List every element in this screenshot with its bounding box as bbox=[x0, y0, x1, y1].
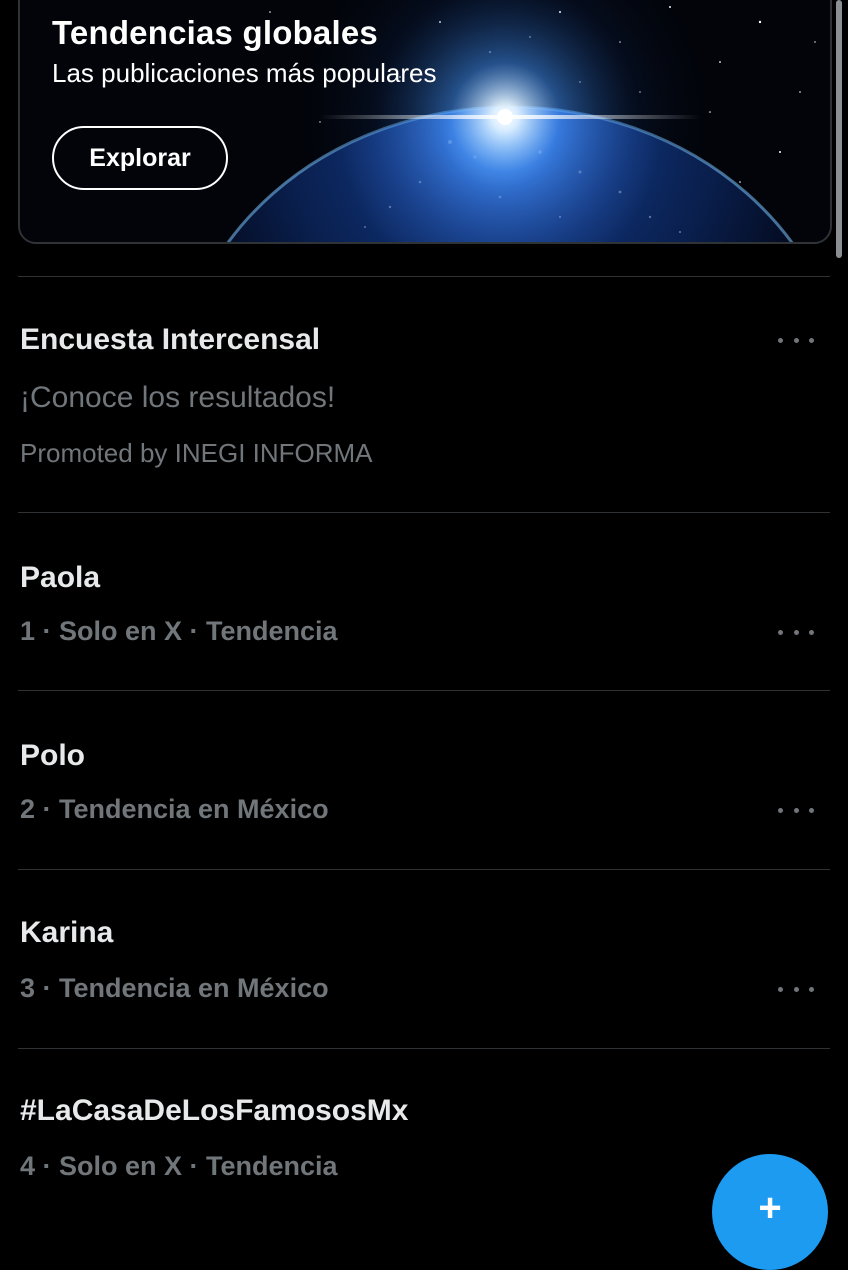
scrollbar[interactable] bbox=[836, 0, 842, 258]
trend-name: Karina bbox=[20, 916, 114, 949]
banner-title: Tendencias globales bbox=[52, 14, 378, 51]
trend-name: #LaCasaDeLosFamososMx bbox=[20, 1094, 409, 1127]
more-options-icon[interactable] bbox=[776, 332, 816, 348]
trend-meta: 4 · Solo en X · Tendencia bbox=[20, 1151, 338, 1181]
trend-meta: 2 · Tendencia en México bbox=[20, 794, 329, 824]
more-options-icon[interactable] bbox=[776, 624, 816, 640]
trend-item[interactable]: Paola 1 · Solo en X · Tendencia bbox=[0, 513, 848, 691]
trend-name: Paola bbox=[20, 561, 101, 594]
promoted-description: ¡Conoce los resultados! bbox=[20, 381, 336, 414]
trend-item[interactable]: Polo 2 · Tendencia en México bbox=[0, 691, 848, 869]
promoted-title: Encuesta Intercensal bbox=[20, 323, 321, 356]
trend-item[interactable]: Karina 3 · Tendencia en México bbox=[0, 870, 848, 1048]
trend-item[interactable]: #LaCasaDeLosFamososMx 4 · Solo en X · Te… bbox=[0, 1049, 848, 1200]
global-trends-banner[interactable]: Tendencias globales Las publicaciones má… bbox=[18, 0, 832, 244]
promoted-by-label: Promoted by INEGI INFORMA bbox=[20, 438, 373, 468]
trend-meta: 3 · Tendencia en México bbox=[20, 973, 329, 1003]
more-options-icon[interactable] bbox=[776, 981, 816, 997]
explore-button[interactable]: Explorar bbox=[52, 126, 228, 190]
banner-subtitle: Las publicaciones más populares bbox=[52, 58, 437, 88]
more-options-icon[interactable] bbox=[776, 802, 816, 818]
promoted-trend-item[interactable]: Encuesta Intercensal ¡Conoce los resulta… bbox=[0, 277, 848, 513]
plus-icon: + bbox=[758, 1186, 782, 1230]
trend-name: Polo bbox=[20, 739, 85, 772]
trend-meta: 1 · Solo en X · Tendencia bbox=[20, 616, 338, 646]
compose-post-button[interactable]: + bbox=[712, 1154, 828, 1270]
